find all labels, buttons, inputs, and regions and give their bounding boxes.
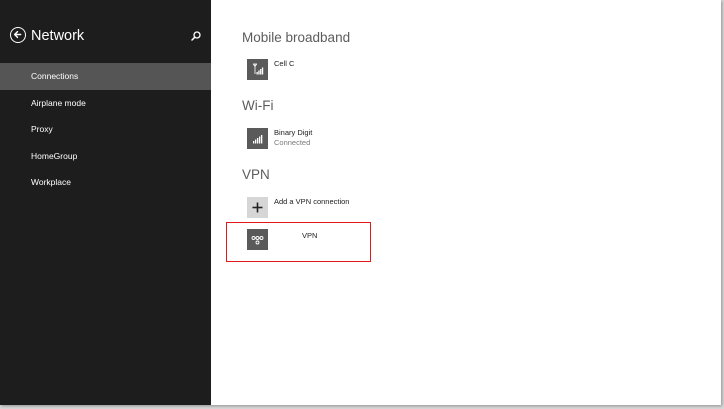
connection-cell-c[interactable]: Cell C xyxy=(247,59,367,85)
connection-status: Connected xyxy=(274,138,311,147)
plus-icon xyxy=(247,197,268,218)
sidebar: Network Connections Airplane mode Proxy … xyxy=(0,0,211,405)
highlight-annotation xyxy=(226,222,371,262)
search-icon[interactable] xyxy=(190,29,202,41)
sidebar-item-proxy[interactable]: Proxy xyxy=(0,116,211,143)
mobile-broadband-heading: Mobile broadband xyxy=(242,30,351,45)
connection-name: Binary Digit xyxy=(274,128,313,137)
cellular-signal-icon xyxy=(247,59,268,80)
sidebar-item-connections[interactable]: Connections xyxy=(0,63,211,90)
wifi-heading: Wi-Fi xyxy=(242,98,274,113)
sidebar-item-homegroup[interactable]: HomeGroup xyxy=(0,143,211,170)
main-content: Mobile broadband Cell C Wi-Fi Binary Dig… xyxy=(211,0,721,405)
settings-window: Network Connections Airplane mode Proxy … xyxy=(0,0,721,405)
sidebar-nav: Connections Airplane mode Proxy HomeGrou… xyxy=(0,63,211,196)
vpn-heading: VPN xyxy=(242,167,270,182)
sidebar-item-workplace[interactable]: Workplace xyxy=(0,169,211,196)
add-vpn-connection-button[interactable]: Add a VPN connection xyxy=(247,197,377,223)
sidebar-header: Network xyxy=(10,26,202,50)
connection-binary-digit[interactable]: Binary Digit Connected xyxy=(247,128,367,154)
connection-name: Cell C xyxy=(274,59,295,68)
wifi-signal-icon xyxy=(247,128,268,149)
back-arrow-icon[interactable] xyxy=(10,27,26,43)
page-title: Network xyxy=(31,28,85,44)
sidebar-item-airplane-mode[interactable]: Airplane mode xyxy=(0,90,211,117)
add-vpn-label: Add a VPN connection xyxy=(274,197,350,206)
